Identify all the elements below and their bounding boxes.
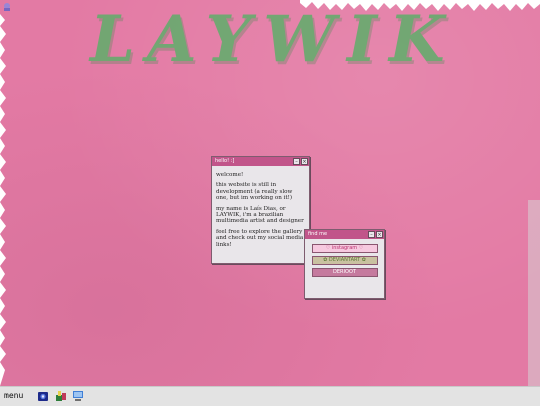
welcome-text: welcome! [216,172,244,178]
window-find-me[interactable]: find me – × ♡ instagram ♡ ✿ DEVIANTART ✿… [304,229,385,299]
computer-icon[interactable] [72,390,84,402]
third-social-link[interactable]: DERIOOT [311,268,378,277]
minimize-button[interactable]: – [293,158,300,165]
window-find-me-title: find me [308,231,328,237]
site-logo: LAYWIK [90,2,470,92]
window-find-me-titlebar[interactable]: find me – × [305,230,384,239]
window-hello[interactable]: hello! :] – × welcome! this website is s… [211,156,310,264]
camera-icon[interactable] [37,390,49,402]
desktop: LAYWIK hello! :] – × welcome! this websi… [0,0,540,386]
window-hello-title: hello! :] [215,158,235,164]
social-links: ♡ instagram ♡ ✿ DEVIANTART ✿ DERIOOT [305,244,384,277]
instagram-link[interactable]: ♡ instagram ♡ [311,244,378,253]
close-button[interactable]: × [301,158,308,165]
logo-text: LAYWIK [90,2,457,77]
about-text: my name is Laís Dias, or LAYWIK, i'm a b… [216,205,304,225]
paint-icon[interactable] [55,390,67,402]
explore-text: feel free to explore the gallery and che… [216,228,304,248]
deviantart-link[interactable]: ✿ DEVIANTART ✿ [311,256,378,265]
menu-button[interactable]: menu [4,390,23,402]
window-hello-titlebar[interactable]: hello! :] – × [212,157,309,166]
window-hello-content: welcome! this website is still in develo… [212,166,309,256]
development-text: this website is still in development (a … [216,182,293,202]
minimize-button[interactable]: – [368,231,375,238]
app-icon[interactable] [2,2,12,12]
close-button[interactable]: × [376,231,383,238]
taskbar: menu [0,386,540,406]
